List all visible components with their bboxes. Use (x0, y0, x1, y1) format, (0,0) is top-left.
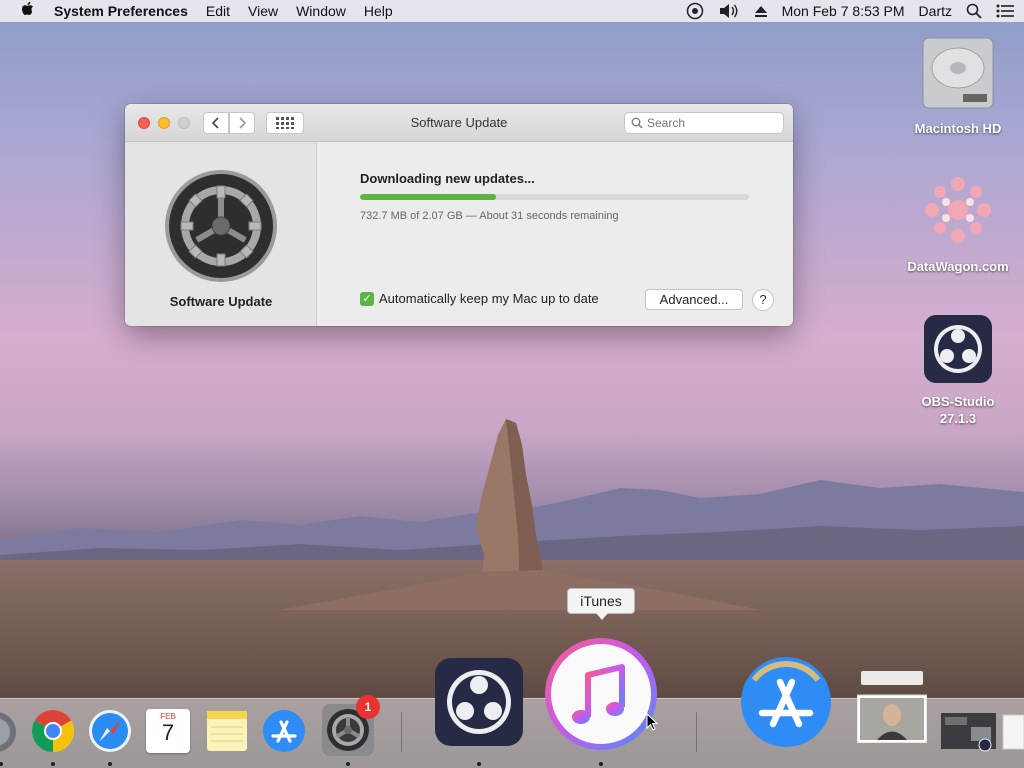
dock-tooltip: iTunes (567, 588, 635, 620)
chrome-icon (31, 709, 75, 752)
software-update-window: Software Update Search Software Update D… (125, 104, 793, 326)
mouse-cursor-icon (646, 712, 659, 736)
desktop-icon-label: DataWagon.com (907, 259, 1009, 274)
dock-item-notes[interactable] (205, 709, 249, 758)
dock-separator (401, 712, 402, 752)
auto-update-checkbox[interactable]: ✓ Automatically keep my Mac up to date (360, 291, 599, 306)
datawagon-icon (898, 170, 1018, 253)
desktop-icon-macintosh-hd[interactable]: Macintosh HD (898, 34, 1018, 136)
pane-title: Software Update (169, 294, 273, 309)
calendar-day: 7 (161, 720, 175, 745)
app-store-icon (741, 657, 831, 747)
apple-menu-icon[interactable] (12, 1, 42, 21)
auto-update-label: Automatically keep my Mac up to date (379, 291, 599, 306)
download-heading: Downloading new updates... (360, 171, 535, 186)
download-progress-bar (360, 194, 749, 200)
notes-icon (207, 711, 247, 751)
checkmark-icon[interactable]: ✓ (360, 291, 374, 306)
dock-item-itunes[interactable] (544, 637, 658, 756)
running-indicator (599, 762, 603, 766)
search-field[interactable] (624, 112, 784, 134)
notification-center-icon[interactable] (996, 4, 1014, 18)
spotlight-search-icon[interactable] (966, 3, 982, 19)
menu-app-name[interactable]: System Preferences (54, 3, 188, 19)
desktop-icon-label: OBS-Studio 27.1.3 (921, 394, 995, 426)
menu-edit[interactable]: Edit (206, 3, 230, 19)
webcam-thumbnail-icon (856, 671, 928, 744)
hard-drive-icon (898, 34, 1018, 115)
screenshot-thumbnail-icon (941, 713, 1024, 752)
dock-separator (696, 712, 697, 752)
download-status: 732.7 MB of 2.07 GB — About 31 seconds r… (360, 210, 619, 222)
obs-icon (898, 314, 1018, 387)
safari-compass-icon (89, 710, 131, 752)
download-progress-fill (360, 194, 497, 200)
running-indicator (346, 762, 350, 766)
software-update-gear-icon (163, 168, 279, 289)
running-indicator (51, 762, 55, 766)
menu-user[interactable]: Dartz (919, 3, 952, 19)
menu-help[interactable]: Help (364, 3, 393, 19)
app-store-icon (263, 710, 305, 752)
calendar-icon: FEB 7 (146, 709, 190, 753)
update-content: Downloading new updates... 732.7 MB of 2… (317, 142, 793, 326)
notification-badge: 1 (356, 695, 380, 719)
dock-item-app-store-large[interactable] (740, 650, 832, 755)
accessibility-icon[interactable] (686, 2, 704, 20)
running-indicator (477, 762, 481, 766)
pane-sidebar: Software Update (125, 142, 317, 326)
desktop-icon-obs-studio[interactable]: OBS-Studio 27.1.3 (898, 314, 1018, 427)
obs-icon (435, 658, 523, 746)
volume-icon[interactable] (718, 3, 740, 19)
running-indicator (108, 762, 112, 766)
advanced-button[interactable]: Advanced... (645, 289, 743, 310)
menu-window[interactable]: Window (296, 3, 346, 19)
itunes-music-note-icon (545, 638, 657, 750)
dock-item-chrome[interactable] (31, 709, 75, 758)
dock-item-safari[interactable] (88, 709, 132, 758)
dock-item-screenshot-preview[interactable] (941, 713, 1024, 758)
search-input[interactable] (647, 116, 767, 130)
dock-item-obs[interactable] (434, 657, 524, 752)
desktop-icon-label: Macintosh HD (914, 121, 1002, 136)
menu-clock[interactable]: Mon Feb 7 8:53 PM (782, 3, 905, 19)
menu-view[interactable]: View (248, 3, 278, 19)
menu-bar: System Preferences Edit View Window Help… (0, 0, 1024, 22)
desktop-icon-datawagon[interactable]: DataWagon.com (898, 170, 1018, 274)
dock-item-webcam-preview[interactable] (856, 671, 928, 748)
help-button[interactable]: ? (752, 289, 774, 311)
rock-base (280, 570, 760, 610)
dock-item-partial-app[interactable] (0, 708, 18, 761)
dock-item-app-store[interactable] (262, 709, 306, 758)
eject-icon[interactable] (754, 4, 768, 18)
window-titlebar: Software Update (125, 104, 793, 142)
dock-item-calendar[interactable]: FEB 7 (146, 709, 190, 753)
search-icon (631, 117, 643, 129)
